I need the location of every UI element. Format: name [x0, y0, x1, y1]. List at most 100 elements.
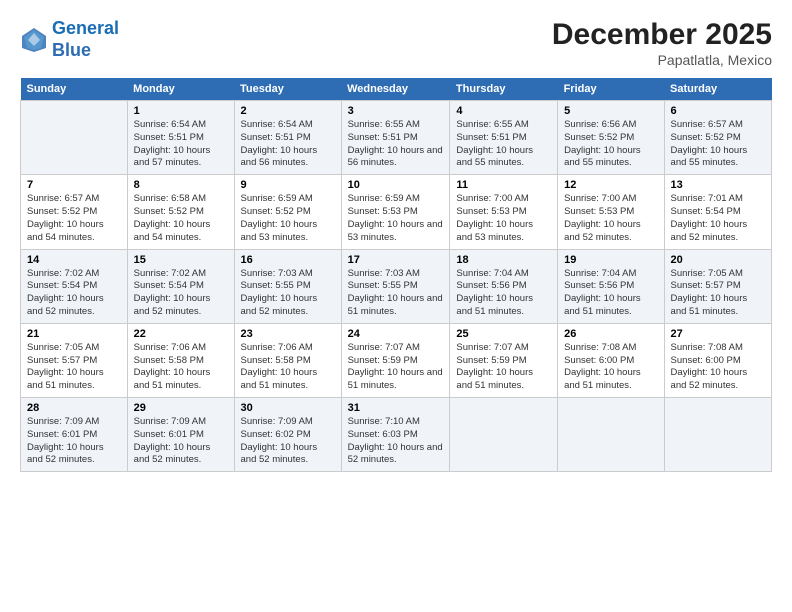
logo-icon — [20, 26, 48, 54]
calendar-cell: 2Sunrise: 6:54 AMSunset: 5:51 PMDaylight… — [234, 101, 341, 175]
calendar-cell: 1 Sunrise: 6:54 AMSunset: 5:51 PMDaylight… — [127, 101, 234, 175]
day-info: Sunrise: 7:00 AMSunset: 5:53 PMDaylight:… — [456, 193, 551, 244]
day-number: 12 — [564, 179, 657, 191]
calendar-cell: 6 Sunrise: 6:57 AMSunset: 5:52 PMDaylight… — [664, 101, 771, 175]
location: Papatlatla, Mexico — [552, 52, 772, 68]
calendar-cell: 11 Sunrise: 7:00 AMSunset: 5:53 PMDayligh… — [450, 175, 558, 249]
day-number: 11 — [456, 179, 551, 191]
calendar-cell: 27 Sunrise: 7:08 AMSunset: 6:00 PMDayligh… — [664, 323, 771, 397]
calendar-cell: 17Sunrise: 7:03 AMSunset: 5:55 PMDayligh… — [341, 249, 450, 323]
calendar-cell: 25 Sunrise: 7:07 AMSunset: 5:59 PMDayligh… — [450, 323, 558, 397]
calendar-cell — [558, 398, 664, 472]
calendar-cell: 29 Sunrise: 7:09 AMSunset: 6:01 PMDayligh… — [127, 398, 234, 472]
weekday-header-sunday: Sunday — [21, 78, 128, 101]
day-number: 21 — [27, 328, 121, 340]
day-number: 9 — [241, 179, 335, 191]
calendar-cell — [21, 101, 128, 175]
calendar-cell: 5 Sunrise: 6:56 AMSunset: 5:52 PMDaylight… — [558, 101, 664, 175]
weekday-header-monday: Monday — [127, 78, 234, 101]
day-info: Sunrise: 7:02 AMSunset: 5:54 PMDaylight:… — [27, 268, 121, 319]
day-number: 18 — [456, 254, 551, 266]
calendar-cell — [664, 398, 771, 472]
calendar-cell: 19Sunrise: 7:04 AMSunset: 5:56 PMDayligh… — [558, 249, 664, 323]
day-number: 26 — [564, 328, 657, 340]
day-number: 19 — [564, 254, 657, 266]
calendar-cell: 4 Sunrise: 6:55 AMSunset: 5:51 PMDaylight… — [450, 101, 558, 175]
calendar-cell: 8 Sunrise: 6:58 AMSunset: 5:52 PMDaylight… — [127, 175, 234, 249]
week-row-2: 7 Sunrise: 6:57 AMSunset: 5:52 PMDaylight… — [21, 175, 772, 249]
day-info: Sunrise: 6:57 AMSunset: 5:52 PMDaylight:… — [671, 119, 765, 170]
month-title: December 2025 — [552, 18, 772, 52]
day-number: 8 — [134, 179, 228, 191]
day-info: Sunrise: 6:59 AMSunset: 5:52 PMDaylight:… — [241, 193, 335, 244]
calendar-cell: 23Sunrise: 7:06 AMSunset: 5:58 PMDayligh… — [234, 323, 341, 397]
calendar-cell: 15 Sunrise: 7:02 AMSunset: 5:54 PMDayligh… — [127, 249, 234, 323]
weekday-header-tuesday: Tuesday — [234, 78, 341, 101]
week-row-5: 28Sunrise: 7:09 AMSunset: 6:01 PMDayligh… — [21, 398, 772, 472]
day-number: 22 — [134, 328, 228, 340]
calendar-table: SundayMondayTuesdayWednesdayThursdayFrid… — [20, 78, 772, 472]
calendar-cell — [450, 398, 558, 472]
day-number: 24 — [348, 328, 444, 340]
day-info: Sunrise: 7:09 AMSunset: 6:02 PMDaylight:… — [241, 416, 335, 467]
weekday-header-thursday: Thursday — [450, 78, 558, 101]
calendar-cell: 7 Sunrise: 6:57 AMSunset: 5:52 PMDaylight… — [21, 175, 128, 249]
week-row-1: 1 Sunrise: 6:54 AMSunset: 5:51 PMDaylight… — [21, 101, 772, 175]
day-info: Sunrise: 6:56 AMSunset: 5:52 PMDaylight:… — [564, 119, 657, 170]
day-info: Sunrise: 7:09 AMSunset: 6:01 PMDaylight:… — [134, 416, 228, 467]
logo-general: General — [52, 18, 119, 38]
calendar-cell: 22 Sunrise: 7:06 AMSunset: 5:58 PMDayligh… — [127, 323, 234, 397]
title-block: December 2025 Papatlatla, Mexico — [552, 18, 772, 68]
day-number: 7 — [27, 179, 121, 191]
week-row-3: 14Sunrise: 7:02 AMSunset: 5:54 PMDayligh… — [21, 249, 772, 323]
day-info: Sunrise: 7:06 AMSunset: 5:58 PMDaylight:… — [134, 342, 228, 393]
day-info: Sunrise: 7:07 AMSunset: 5:59 PMDaylight:… — [456, 342, 551, 393]
calendar-cell: 9 Sunrise: 6:59 AMSunset: 5:52 PMDaylight… — [234, 175, 341, 249]
calendar-cell: 20Sunrise: 7:05 AMSunset: 5:57 PMDayligh… — [664, 249, 771, 323]
day-number: 3 — [348, 105, 444, 117]
day-number: 1 — [134, 105, 228, 117]
day-info: Sunrise: 7:08 AMSunset: 6:00 PMDaylight:… — [564, 342, 657, 393]
day-info: Sunrise: 6:58 AMSunset: 5:52 PMDaylight:… — [134, 193, 228, 244]
day-info: Sunrise: 6:57 AMSunset: 5:52 PMDaylight:… — [27, 193, 121, 244]
day-info: Sunrise: 6:59 AMSunset: 5:53 PMDaylight:… — [348, 193, 444, 244]
logo-text: General Blue — [52, 18, 119, 61]
day-number: 5 — [564, 105, 657, 117]
day-info: Sunrise: 7:05 AMSunset: 5:57 PMDaylight:… — [671, 268, 765, 319]
calendar-cell: 24Sunrise: 7:07 AMSunset: 5:59 PMDayligh… — [341, 323, 450, 397]
day-number: 30 — [241, 402, 335, 414]
day-number: 16 — [241, 254, 335, 266]
weekday-header-row: SundayMondayTuesdayWednesdayThursdayFrid… — [21, 78, 772, 101]
day-number: 29 — [134, 402, 228, 414]
day-number: 27 — [671, 328, 765, 340]
day-info: Sunrise: 6:55 AMSunset: 5:51 PMDaylight:… — [456, 119, 551, 170]
day-number: 4 — [456, 105, 551, 117]
day-info: Sunrise: 7:03 AMSunset: 5:55 PMDaylight:… — [241, 268, 335, 319]
calendar-cell: 14Sunrise: 7:02 AMSunset: 5:54 PMDayligh… — [21, 249, 128, 323]
calendar-cell: 13Sunrise: 7:01 AMSunset: 5:54 PMDayligh… — [664, 175, 771, 249]
page: General Blue December 2025 Papatlatla, M… — [0, 0, 792, 612]
calendar-cell: 3 Sunrise: 6:55 AMSunset: 5:51 PMDaylight… — [341, 101, 450, 175]
week-row-4: 21 Sunrise: 7:05 AMSunset: 5:57 PMDayligh… — [21, 323, 772, 397]
day-number: 25 — [456, 328, 551, 340]
calendar-cell: 10Sunrise: 6:59 AMSunset: 5:53 PMDayligh… — [341, 175, 450, 249]
weekday-header-friday: Friday — [558, 78, 664, 101]
calendar-cell: 30 Sunrise: 7:09 AMSunset: 6:02 PMDayligh… — [234, 398, 341, 472]
day-info: Sunrise: 7:03 AMSunset: 5:55 PMDaylight:… — [348, 268, 444, 319]
logo-blue: Blue — [52, 40, 91, 60]
day-info: Sunrise: 6:54 AMSunset: 5:51 PMDaylight:… — [134, 119, 228, 170]
day-info: Sunrise: 7:02 AMSunset: 5:54 PMDaylight:… — [134, 268, 228, 319]
day-info: Sunrise: 7:08 AMSunset: 6:00 PMDaylight:… — [671, 342, 765, 393]
day-info: Sunrise: 6:54 AMSunset: 5:51 PMDaylight:… — [241, 119, 335, 170]
calendar-cell: 18 Sunrise: 7:04 AMSunset: 5:56 PMDayligh… — [450, 249, 558, 323]
logo: General Blue — [20, 18, 119, 61]
day-info: Sunrise: 7:01 AMSunset: 5:54 PMDaylight:… — [671, 193, 765, 244]
day-info: Sunrise: 7:05 AMSunset: 5:57 PMDaylight:… — [27, 342, 121, 393]
day-info: Sunrise: 7:04 AMSunset: 5:56 PMDaylight:… — [456, 268, 551, 319]
day-number: 6 — [671, 105, 765, 117]
calendar-cell: 16 Sunrise: 7:03 AMSunset: 5:55 PMDayligh… — [234, 249, 341, 323]
calendar-cell: 21 Sunrise: 7:05 AMSunset: 5:57 PMDayligh… — [21, 323, 128, 397]
day-number: 15 — [134, 254, 228, 266]
day-info: Sunrise: 6:55 AMSunset: 5:51 PMDaylight:… — [348, 119, 444, 170]
day-info: Sunrise: 7:09 AMSunset: 6:01 PMDaylight:… — [27, 416, 121, 467]
